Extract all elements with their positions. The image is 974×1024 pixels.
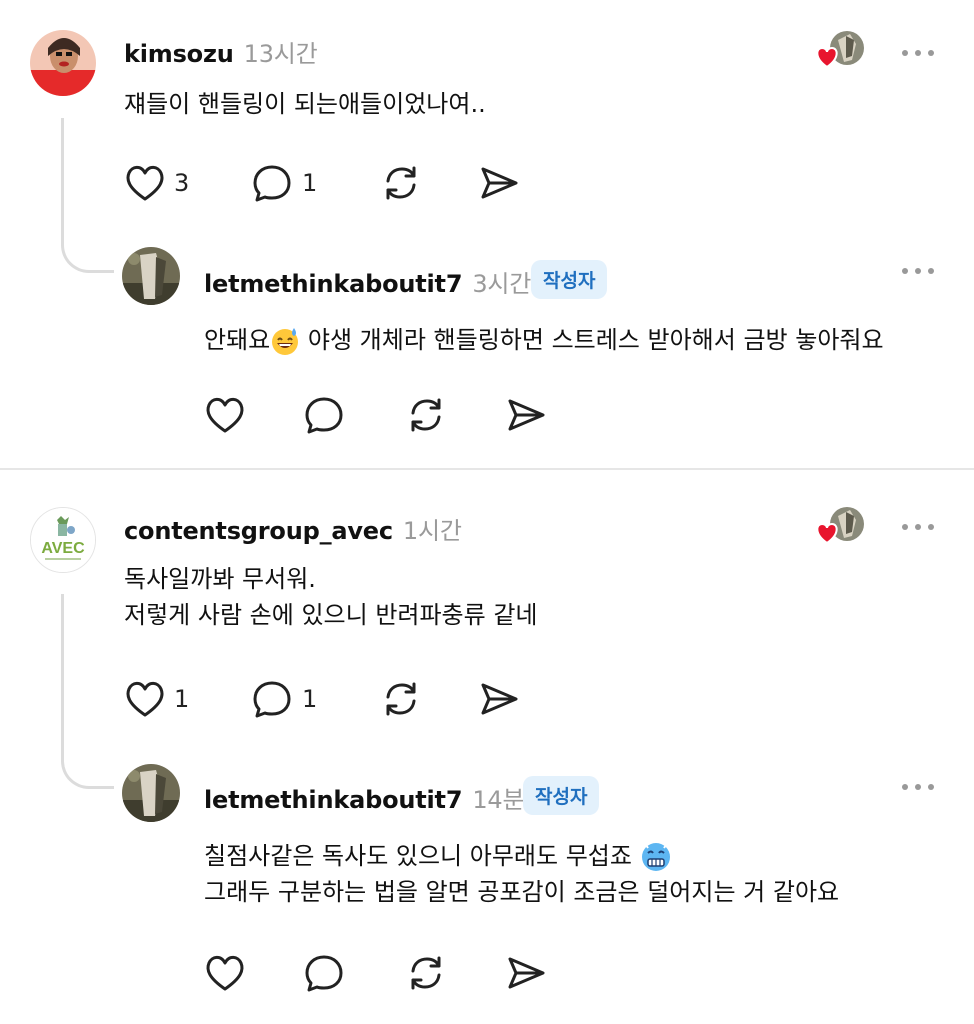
reply-header: letmethinkaboutit7 3시간 [204, 264, 531, 299]
author-liked-heart-icon [816, 522, 838, 545]
repost-arrows-icon [411, 956, 441, 990]
author-badge: 작성자 [523, 776, 600, 815]
reply-count: 1 [302, 685, 318, 713]
author-badge: 작성자 [531, 260, 608, 299]
thread-divider [0, 468, 974, 470]
thread-connector [61, 594, 114, 789]
repost-button[interactable] [380, 163, 422, 203]
username[interactable]: contentsgroup_avec [124, 517, 393, 545]
freezing-face-emoji-icon [641, 843, 670, 871]
author-liked-indicator [816, 30, 866, 72]
timestamp: 14분 [472, 786, 525, 814]
reply-line: 그래두 구분하는 법을 알면 공포감이 조금은 덜어지는 거 같아요 [204, 878, 840, 906]
reply-line: 안돼요 [204, 326, 271, 354]
author-liked-heart-icon [816, 46, 838, 69]
timestamp: 13시간 [243, 40, 318, 68]
comment-line: 쟤들이 핸들링이 되는애들이었나여.. [124, 90, 486, 118]
like-button[interactable] [204, 953, 246, 993]
paper-plane-icon [481, 683, 518, 715]
reply-text: 칠점사같은 독사도 있으니 아무래도 무섭죠 그래두 구분하는 법을 알면 공포… [204, 838, 839, 910]
comment-line: 독사일까봐 무서워. [124, 565, 316, 593]
speech-bubble-icon [305, 397, 343, 434]
more-dots-icon[interactable] [900, 518, 936, 530]
reply-button[interactable] [304, 395, 346, 435]
reply-header: letmethinkaboutit7 14분 [204, 780, 525, 815]
repost-arrows-icon [411, 398, 441, 432]
share-button[interactable] [478, 163, 520, 203]
reply-text: 안돼요 야생 개체라 핸들링하면 스트레스 받아해서 금방 놓아줘요 [204, 322, 884, 358]
repost-arrows-icon [386, 166, 416, 200]
heart-outline-icon [126, 165, 164, 201]
avatar-letmethinkaboutit7[interactable] [122, 764, 180, 822]
comment-header: kimsozu 13시간 [124, 34, 318, 69]
repost-button[interactable] [405, 395, 447, 435]
comment-line: 저렇게 사람 손에 있으니 반려파충류 같네 [124, 601, 538, 629]
reply-button[interactable]: 1 [252, 679, 317, 719]
repost-arrows-icon [386, 682, 416, 716]
avatar-contentsgroup-avec[interactable]: AVEC [30, 507, 96, 573]
reply-line: 칠점사같은 독사도 있으니 아무래도 무섭죠 [204, 838, 839, 874]
paper-plane-icon [508, 957, 545, 989]
avatar-letmethinkaboutit7[interactable] [122, 247, 180, 305]
heart-outline-icon [126, 681, 164, 717]
avatar-kimsozu[interactable] [30, 30, 96, 96]
comment-text: 독사일까봐 무서워. 저렇게 사람 손에 있으니 반려파충류 같네 [124, 561, 538, 633]
like-count: 1 [174, 685, 190, 713]
like-button[interactable]: 1 [124, 679, 189, 719]
reply-button[interactable]: 1 [252, 163, 317, 203]
heart-outline-icon [206, 955, 244, 991]
heart-outline-icon [206, 397, 244, 433]
grinning-sweat-emoji-icon [272, 328, 299, 355]
more-dots-icon[interactable] [900, 44, 936, 56]
author-liked-indicator [816, 506, 866, 548]
comment-text: 쟤들이 핸들링이 되는애들이었나여.. [124, 86, 486, 122]
speech-bubble-icon [253, 681, 291, 718]
paper-plane-icon [481, 167, 518, 199]
like-button[interactable]: 3 [124, 163, 189, 203]
speech-bubble-icon [253, 165, 291, 202]
reply-count: 1 [302, 169, 318, 197]
username[interactable]: letmethinkaboutit7 [204, 270, 463, 298]
timestamp: 1시간 [402, 517, 462, 545]
username[interactable]: letmethinkaboutit7 [204, 786, 463, 814]
share-button[interactable] [505, 953, 547, 993]
reply-button[interactable] [304, 953, 346, 993]
paper-plane-icon [508, 399, 545, 431]
share-button[interactable] [505, 395, 547, 435]
share-button[interactable] [478, 679, 520, 719]
username[interactable]: kimsozu [124, 40, 234, 68]
like-button[interactable] [204, 395, 246, 435]
speech-bubble-icon [305, 955, 343, 992]
reply-line: 야생 개체라 핸들링하면 스트레스 받아해서 금방 놓아줘요 [300, 326, 884, 354]
more-dots-icon[interactable] [900, 778, 936, 790]
repost-button[interactable] [405, 953, 447, 993]
more-dots-icon[interactable] [900, 262, 936, 274]
like-count: 3 [174, 169, 190, 197]
comment-header: contentsgroup_avec 1시간 [124, 511, 462, 546]
thread-connector [61, 118, 114, 273]
repost-button[interactable] [380, 679, 422, 719]
timestamp: 3시간 [472, 270, 532, 298]
avatar-logo-text: AVEC [41, 540, 85, 557]
